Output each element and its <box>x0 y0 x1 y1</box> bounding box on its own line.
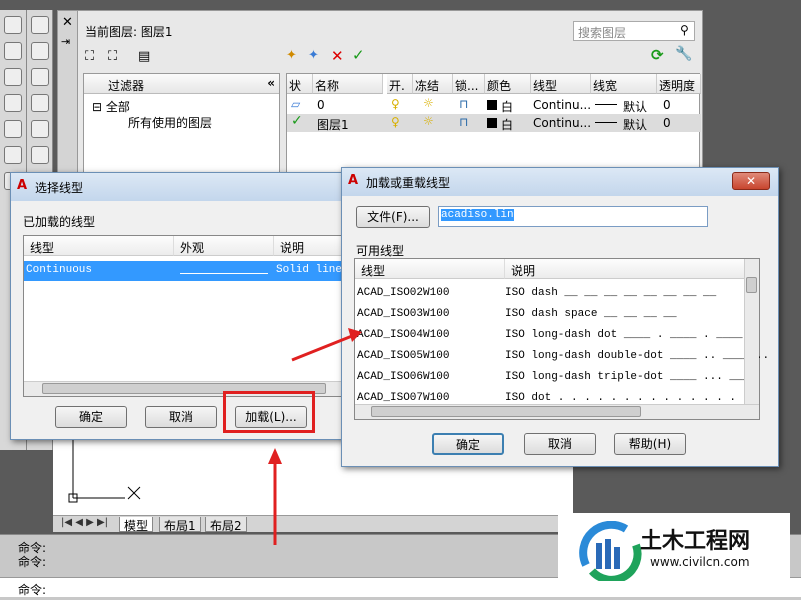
watermark-logo: 土木工程网 www.civilcn.com <box>558 513 790 593</box>
arrow-to-linetype <box>291 334 353 362</box>
annotation-arrows <box>268 328 362 545</box>
watermark-emblem <box>579 521 642 581</box>
arrow-head <box>268 448 282 464</box>
arrow-head <box>348 328 362 342</box>
watermark-url: www.civilcn.com <box>650 555 750 569</box>
watermark-brand: 土木工程网 <box>640 529 751 554</box>
